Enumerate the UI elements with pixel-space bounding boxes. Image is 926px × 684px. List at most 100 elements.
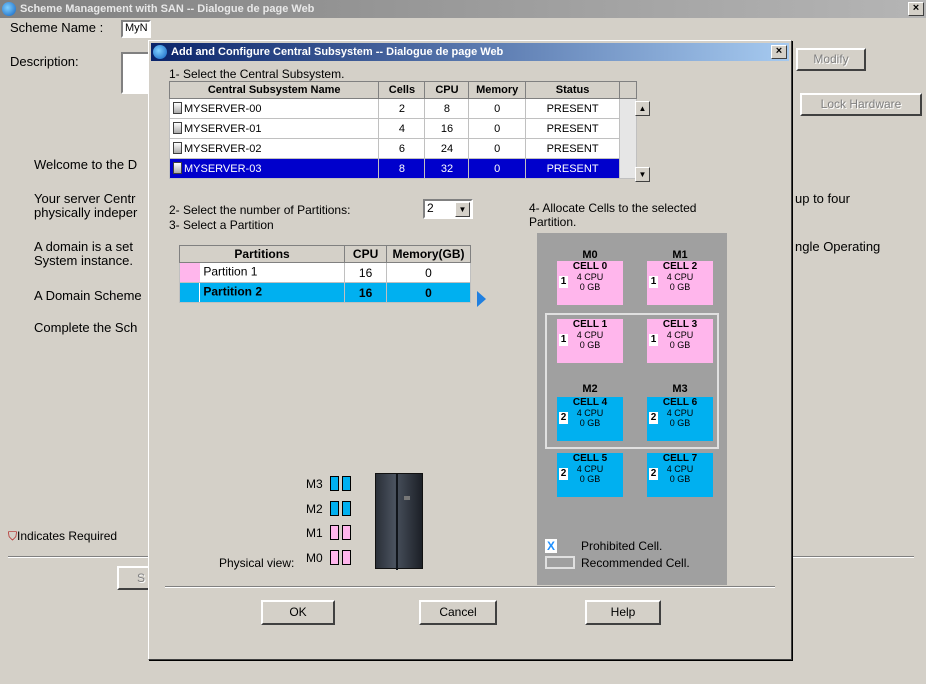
cell-partition-number: 1 — [559, 276, 568, 288]
table-row-selected[interactable]: MYSERVER-03 8 32 0 PRESENT — [168, 158, 637, 179]
phys-module-block — [342, 525, 351, 540]
cell-3[interactable]: CELL 3 1 4 CPU 0 GB — [647, 319, 713, 363]
chevron-down-icon: ▼ — [455, 202, 470, 217]
phys-module-block — [342, 501, 351, 516]
lock-hardware-button[interactable]: Lock Hardware — [800, 93, 922, 116]
partitions-cpu-header[interactable]: CPU — [344, 245, 388, 263]
module-label: M1 — [672, 249, 688, 261]
subsystem-memory: 0 — [468, 158, 526, 179]
add-configure-dialog: Add and Configure Central Subsystem -- D… — [148, 40, 792, 660]
scheme-name-label: Scheme Name : — [10, 20, 104, 35]
col-cpu-header[interactable]: CPU — [424, 81, 470, 99]
subsystem-cells: 6 — [378, 138, 426, 159]
step3-label: 3- Select a Partition — [169, 218, 274, 232]
partition-name: Partition 2 — [203, 284, 263, 299]
subsystem-status: PRESENT — [524, 98, 621, 119]
physical-view-label: Physical view: — [219, 556, 295, 570]
col-cells-header[interactable]: Cells — [378, 81, 426, 99]
ie-icon — [2, 2, 16, 16]
subsystem-status: PRESENT — [524, 118, 621, 139]
subsystem-memory: 0 — [468, 118, 526, 139]
cell-name: CELL 2 — [662, 261, 698, 272]
phys-module-label: M2 — [306, 502, 323, 516]
subsystem-cpu: 32 — [424, 158, 470, 179]
required-text: Indicates Required — [17, 529, 118, 543]
para2-line2: physically indeper — [34, 205, 138, 220]
modify-button[interactable]: Modify — [796, 48, 866, 71]
scroll-up-button[interactable]: ▲ — [635, 101, 650, 116]
cancel-button[interactable]: Cancel — [419, 600, 497, 625]
col-status-header[interactable]: Status — [524, 81, 621, 99]
dialog-separator — [165, 586, 775, 588]
cabinet-divider — [396, 474, 398, 570]
table-row[interactable]: MYSERVER-01 4 16 0 PRESENT — [168, 118, 637, 139]
server-cabinet-image — [375, 473, 423, 570]
dialog-close-button[interactable]: × — [771, 45, 787, 59]
subsystem-cells: 2 — [378, 98, 426, 119]
partitions-memory-header[interactable]: Memory(GB) — [386, 245, 471, 263]
subsystem-name: MYSERVER-02 — [184, 143, 262, 155]
subsystem-cpu: 24 — [424, 138, 470, 159]
phys-module-label: M3 — [306, 477, 323, 491]
table-row[interactable]: MYSERVER-02 6 24 0 PRESENT — [168, 138, 637, 159]
scroll-down-button[interactable]: ▼ — [635, 167, 650, 182]
phys-module-block — [330, 525, 339, 540]
col-spacer-header — [619, 81, 637, 99]
main-close-button[interactable]: × — [908, 2, 924, 16]
partition-cpu: 16 — [344, 282, 388, 303]
cell-partition-number: 2 — [559, 468, 568, 480]
cell-2[interactable]: CELL 2 1 4 CPU 0 GB — [647, 261, 713, 305]
server-icon — [173, 102, 182, 114]
partition-color-swatch — [180, 283, 200, 302]
description-label: Description: — [10, 54, 79, 69]
partition-row-selected[interactable]: Partition 2 16 0 — [178, 282, 471, 303]
table-scrollbar[interactable] — [619, 98, 637, 179]
cell-name: CELL 1 — [572, 319, 608, 330]
para3-line1: A domain is a set — [34, 239, 133, 254]
cell-7[interactable]: CELL 7 2 4 CPU 0 GB — [647, 453, 713, 497]
server-icon — [173, 162, 182, 174]
partitions-count-value: 2 — [427, 201, 434, 215]
cell-4[interactable]: CELL 4 2 4 CPU 0 GB — [557, 397, 623, 441]
recommended-cell-swatch — [545, 556, 575, 569]
subsystem-name: MYSERVER-01 — [184, 123, 262, 135]
main-title: Scheme Management with SAN -- Dialogue d… — [20, 3, 315, 15]
module-label: M2 — [582, 383, 598, 395]
table-row[interactable]: MYSERVER-00 2 8 0 PRESENT — [168, 98, 637, 179]
para4: A Domain Scheme — [34, 288, 142, 303]
module-label: M3 — [672, 383, 688, 395]
cell-5[interactable]: CELL 5 2 4 CPU 0 GB — [557, 453, 623, 497]
ok-button[interactable]: OK — [261, 600, 335, 625]
selected-partition-arrow-icon — [477, 291, 486, 307]
partitions-count-select[interactable]: 2 ▼ — [423, 199, 473, 219]
para2-line1: Your server Centr — [34, 191, 136, 206]
para2-right: up to four — [795, 191, 850, 206]
phys-module-label: M0 — [306, 551, 323, 565]
cell-1[interactable]: CELL 1 1 4 CPU 0 GB — [557, 319, 623, 363]
para3-right: ngle Operating — [795, 239, 881, 254]
cell-0[interactable]: CELL 0 1 4 CPU 0 GB — [557, 261, 623, 305]
help-button[interactable]: Help — [585, 600, 661, 625]
col-name-header[interactable]: Central Subsystem Name — [168, 81, 380, 99]
partition-color-swatch — [180, 263, 200, 282]
description-input[interactable] — [121, 52, 151, 94]
required-icon: ⛉ — [8, 529, 18, 543]
partition-row[interactable]: Partition 1 16 0 — [178, 262, 471, 283]
step4-label-line2: Partition. — [529, 215, 577, 229]
subsystem-cpu: 8 — [424, 98, 470, 119]
ie-icon — [153, 45, 167, 59]
subsystem-status: PRESENT — [524, 138, 621, 159]
legend-recommended: Recommended Cell. — [581, 556, 690, 570]
scheme-name-input[interactable]: MyN — [121, 20, 151, 38]
partition-memory: 0 — [386, 282, 471, 303]
step1-label: 1- Select the Central Subsystem. — [169, 67, 345, 81]
phys-module-block — [342, 476, 351, 491]
cell-name: CELL 6 — [662, 397, 698, 408]
cell-name: CELL 5 — [572, 453, 608, 464]
partitions-col-header[interactable]: Partitions — [178, 245, 346, 263]
cell-6[interactable]: CELL 6 2 4 CPU 0 GB — [647, 397, 713, 441]
col-memory-header[interactable]: Memory — [468, 81, 526, 99]
required-note: ⛉Indicates Required — [8, 529, 117, 544]
subsystem-cells: 4 — [378, 118, 426, 139]
subsystem-memory: 0 — [468, 138, 526, 159]
